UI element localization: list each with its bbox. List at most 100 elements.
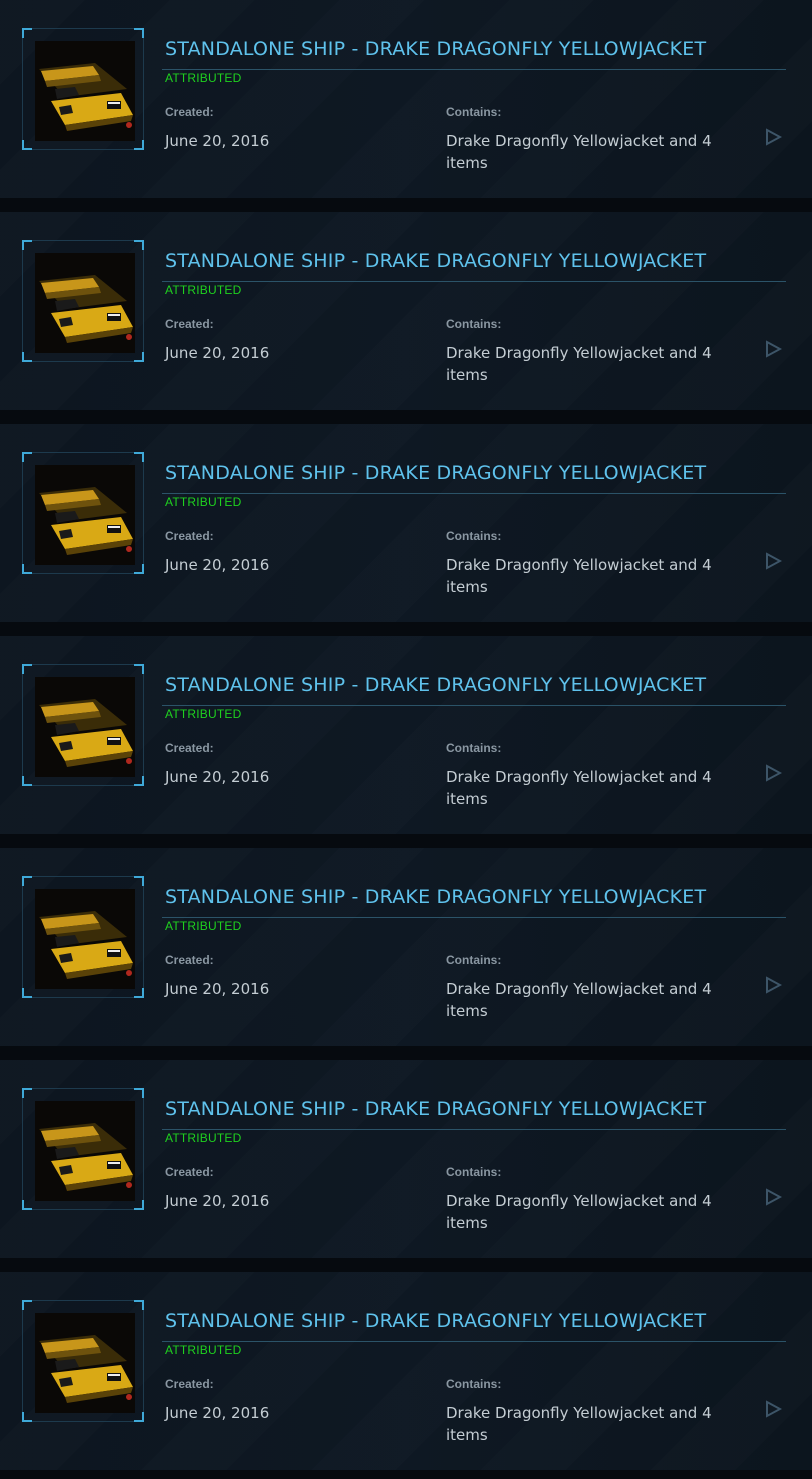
status-badge: ATTRIBUTED [165, 1343, 242, 1357]
frame-corner [22, 1412, 32, 1422]
ship-thumbnail-icon [35, 41, 135, 141]
pledge-title[interactable]: STANDALONE SHIP - DRAKE DRAGONFLY YELLOW… [165, 462, 706, 484]
pledge-item[interactable]: STANDALONE SHIP - DRAKE DRAGONFLY YELLOW… [0, 212, 812, 410]
frame-corner [134, 776, 144, 786]
frame-corner [134, 28, 144, 38]
title-divider [162, 69, 786, 70]
play-arrow-icon[interactable] [764, 1400, 783, 1418]
pledge-item[interactable]: STANDALONE SHIP - DRAKE DRAGONFLY YELLOW… [0, 848, 812, 1046]
title-divider [162, 493, 786, 494]
thumbnail-frame[interactable] [22, 28, 144, 150]
frame-corner [134, 240, 144, 250]
play-arrow-icon[interactable] [764, 552, 783, 570]
ship-thumbnail-icon [35, 1313, 135, 1413]
created-label: Created: [165, 1377, 214, 1391]
ship-thumbnail-icon [35, 1101, 135, 1201]
contains-value: Drake Dragonfly Yellowjacket and 4 items [446, 768, 712, 808]
thumbnail-frame[interactable] [22, 240, 144, 362]
frame-corner [22, 452, 32, 462]
frame-corner [134, 1300, 144, 1310]
created-label: Created: [165, 529, 214, 543]
thumbnail-frame[interactable] [22, 1088, 144, 1210]
created-label: Created: [165, 317, 214, 331]
contains-value: Drake Dragonfly Yellowjacket and 4 items [446, 1192, 712, 1232]
contains-label: Contains: [446, 105, 502, 119]
pledge-title[interactable]: STANDALONE SHIP - DRAKE DRAGONFLY YELLOW… [165, 250, 706, 272]
ship-thumbnail-icon [35, 677, 135, 777]
contains-value: Drake Dragonfly Yellowjacket and 4 items [446, 132, 712, 172]
title-divider [162, 705, 786, 706]
contains-label: Contains: [446, 529, 502, 543]
frame-corner [22, 240, 32, 250]
play-arrow-icon[interactable] [764, 128, 783, 146]
pledge-title[interactable]: STANDALONE SHIP - DRAKE DRAGONFLY YELLOW… [165, 38, 706, 60]
status-badge: ATTRIBUTED [165, 71, 242, 85]
contains-label: Contains: [446, 741, 502, 755]
title-divider [162, 1341, 786, 1342]
thumbnail-frame[interactable] [22, 452, 144, 574]
pledge-title[interactable]: STANDALONE SHIP - DRAKE DRAGONFLY YELLOW… [165, 674, 706, 696]
ship-thumbnail-icon [35, 465, 135, 565]
frame-corner [22, 664, 32, 674]
created-value: June 20, 2016 [165, 132, 270, 150]
play-arrow-icon[interactable] [764, 340, 783, 358]
created-value: June 20, 2016 [165, 1192, 270, 1210]
pledge-title[interactable]: STANDALONE SHIP - DRAKE DRAGONFLY YELLOW… [165, 1310, 706, 1332]
frame-corner [22, 1088, 32, 1098]
play-arrow-icon[interactable] [764, 764, 783, 782]
thumbnail-frame[interactable] [22, 876, 144, 998]
pledge-item[interactable]: STANDALONE SHIP - DRAKE DRAGONFLY YELLOW… [0, 424, 812, 622]
ship-thumbnail-icon [35, 889, 135, 989]
pledge-title[interactable]: STANDALONE SHIP - DRAKE DRAGONFLY YELLOW… [165, 1098, 706, 1120]
contains-label: Contains: [446, 1377, 502, 1391]
status-badge: ATTRIBUTED [165, 1131, 242, 1145]
pledge-item[interactable]: STANDALONE SHIP - DRAKE DRAGONFLY YELLOW… [0, 0, 812, 198]
frame-corner [22, 988, 32, 998]
created-label: Created: [165, 105, 214, 119]
contains-value: Drake Dragonfly Yellowjacket and 4 items [446, 1404, 712, 1444]
title-divider [162, 917, 786, 918]
pledge-item[interactable]: STANDALONE SHIP - DRAKE DRAGONFLY YELLOW… [0, 1272, 812, 1470]
frame-corner [134, 140, 144, 150]
thumbnail-frame[interactable] [22, 664, 144, 786]
frame-corner [134, 564, 144, 574]
frame-corner [134, 452, 144, 462]
frame-corner [22, 564, 32, 574]
frame-corner [22, 28, 32, 38]
frame-corner [22, 876, 32, 886]
created-value: June 20, 2016 [165, 768, 270, 786]
contains-label: Contains: [446, 953, 502, 967]
created-label: Created: [165, 741, 214, 755]
frame-corner [134, 876, 144, 886]
frame-corner [22, 776, 32, 786]
frame-corner [134, 1088, 144, 1098]
play-arrow-icon[interactable] [764, 976, 783, 994]
title-divider [162, 281, 786, 282]
pledge-item[interactable]: STANDALONE SHIP - DRAKE DRAGONFLY YELLOW… [0, 636, 812, 834]
pledge-list: STANDALONE SHIP - DRAKE DRAGONFLY YELLOW… [0, 0, 812, 1479]
frame-corner [134, 1200, 144, 1210]
pledge-title[interactable]: STANDALONE SHIP - DRAKE DRAGONFLY YELLOW… [165, 886, 706, 908]
ship-thumbnail-icon [35, 253, 135, 353]
created-label: Created: [165, 953, 214, 967]
status-badge: ATTRIBUTED [165, 283, 242, 297]
frame-corner [22, 140, 32, 150]
play-arrow-icon[interactable] [764, 1188, 783, 1206]
thumbnail-frame[interactable] [22, 1300, 144, 1422]
title-divider [162, 1129, 786, 1130]
frame-corner [134, 352, 144, 362]
frame-corner [134, 988, 144, 998]
contains-value: Drake Dragonfly Yellowjacket and 4 items [446, 980, 712, 1020]
contains-value: Drake Dragonfly Yellowjacket and 4 items [446, 344, 712, 384]
frame-corner [22, 1200, 32, 1210]
pledge-item[interactable]: STANDALONE SHIP - DRAKE DRAGONFLY YELLOW… [0, 1060, 812, 1258]
created-value: June 20, 2016 [165, 344, 270, 362]
contains-label: Contains: [446, 317, 502, 331]
created-value: June 20, 2016 [165, 556, 270, 574]
status-badge: ATTRIBUTED [165, 919, 242, 933]
frame-corner [22, 352, 32, 362]
created-value: June 20, 2016 [165, 980, 270, 998]
created-label: Created: [165, 1165, 214, 1179]
frame-corner [134, 1412, 144, 1422]
contains-label: Contains: [446, 1165, 502, 1179]
